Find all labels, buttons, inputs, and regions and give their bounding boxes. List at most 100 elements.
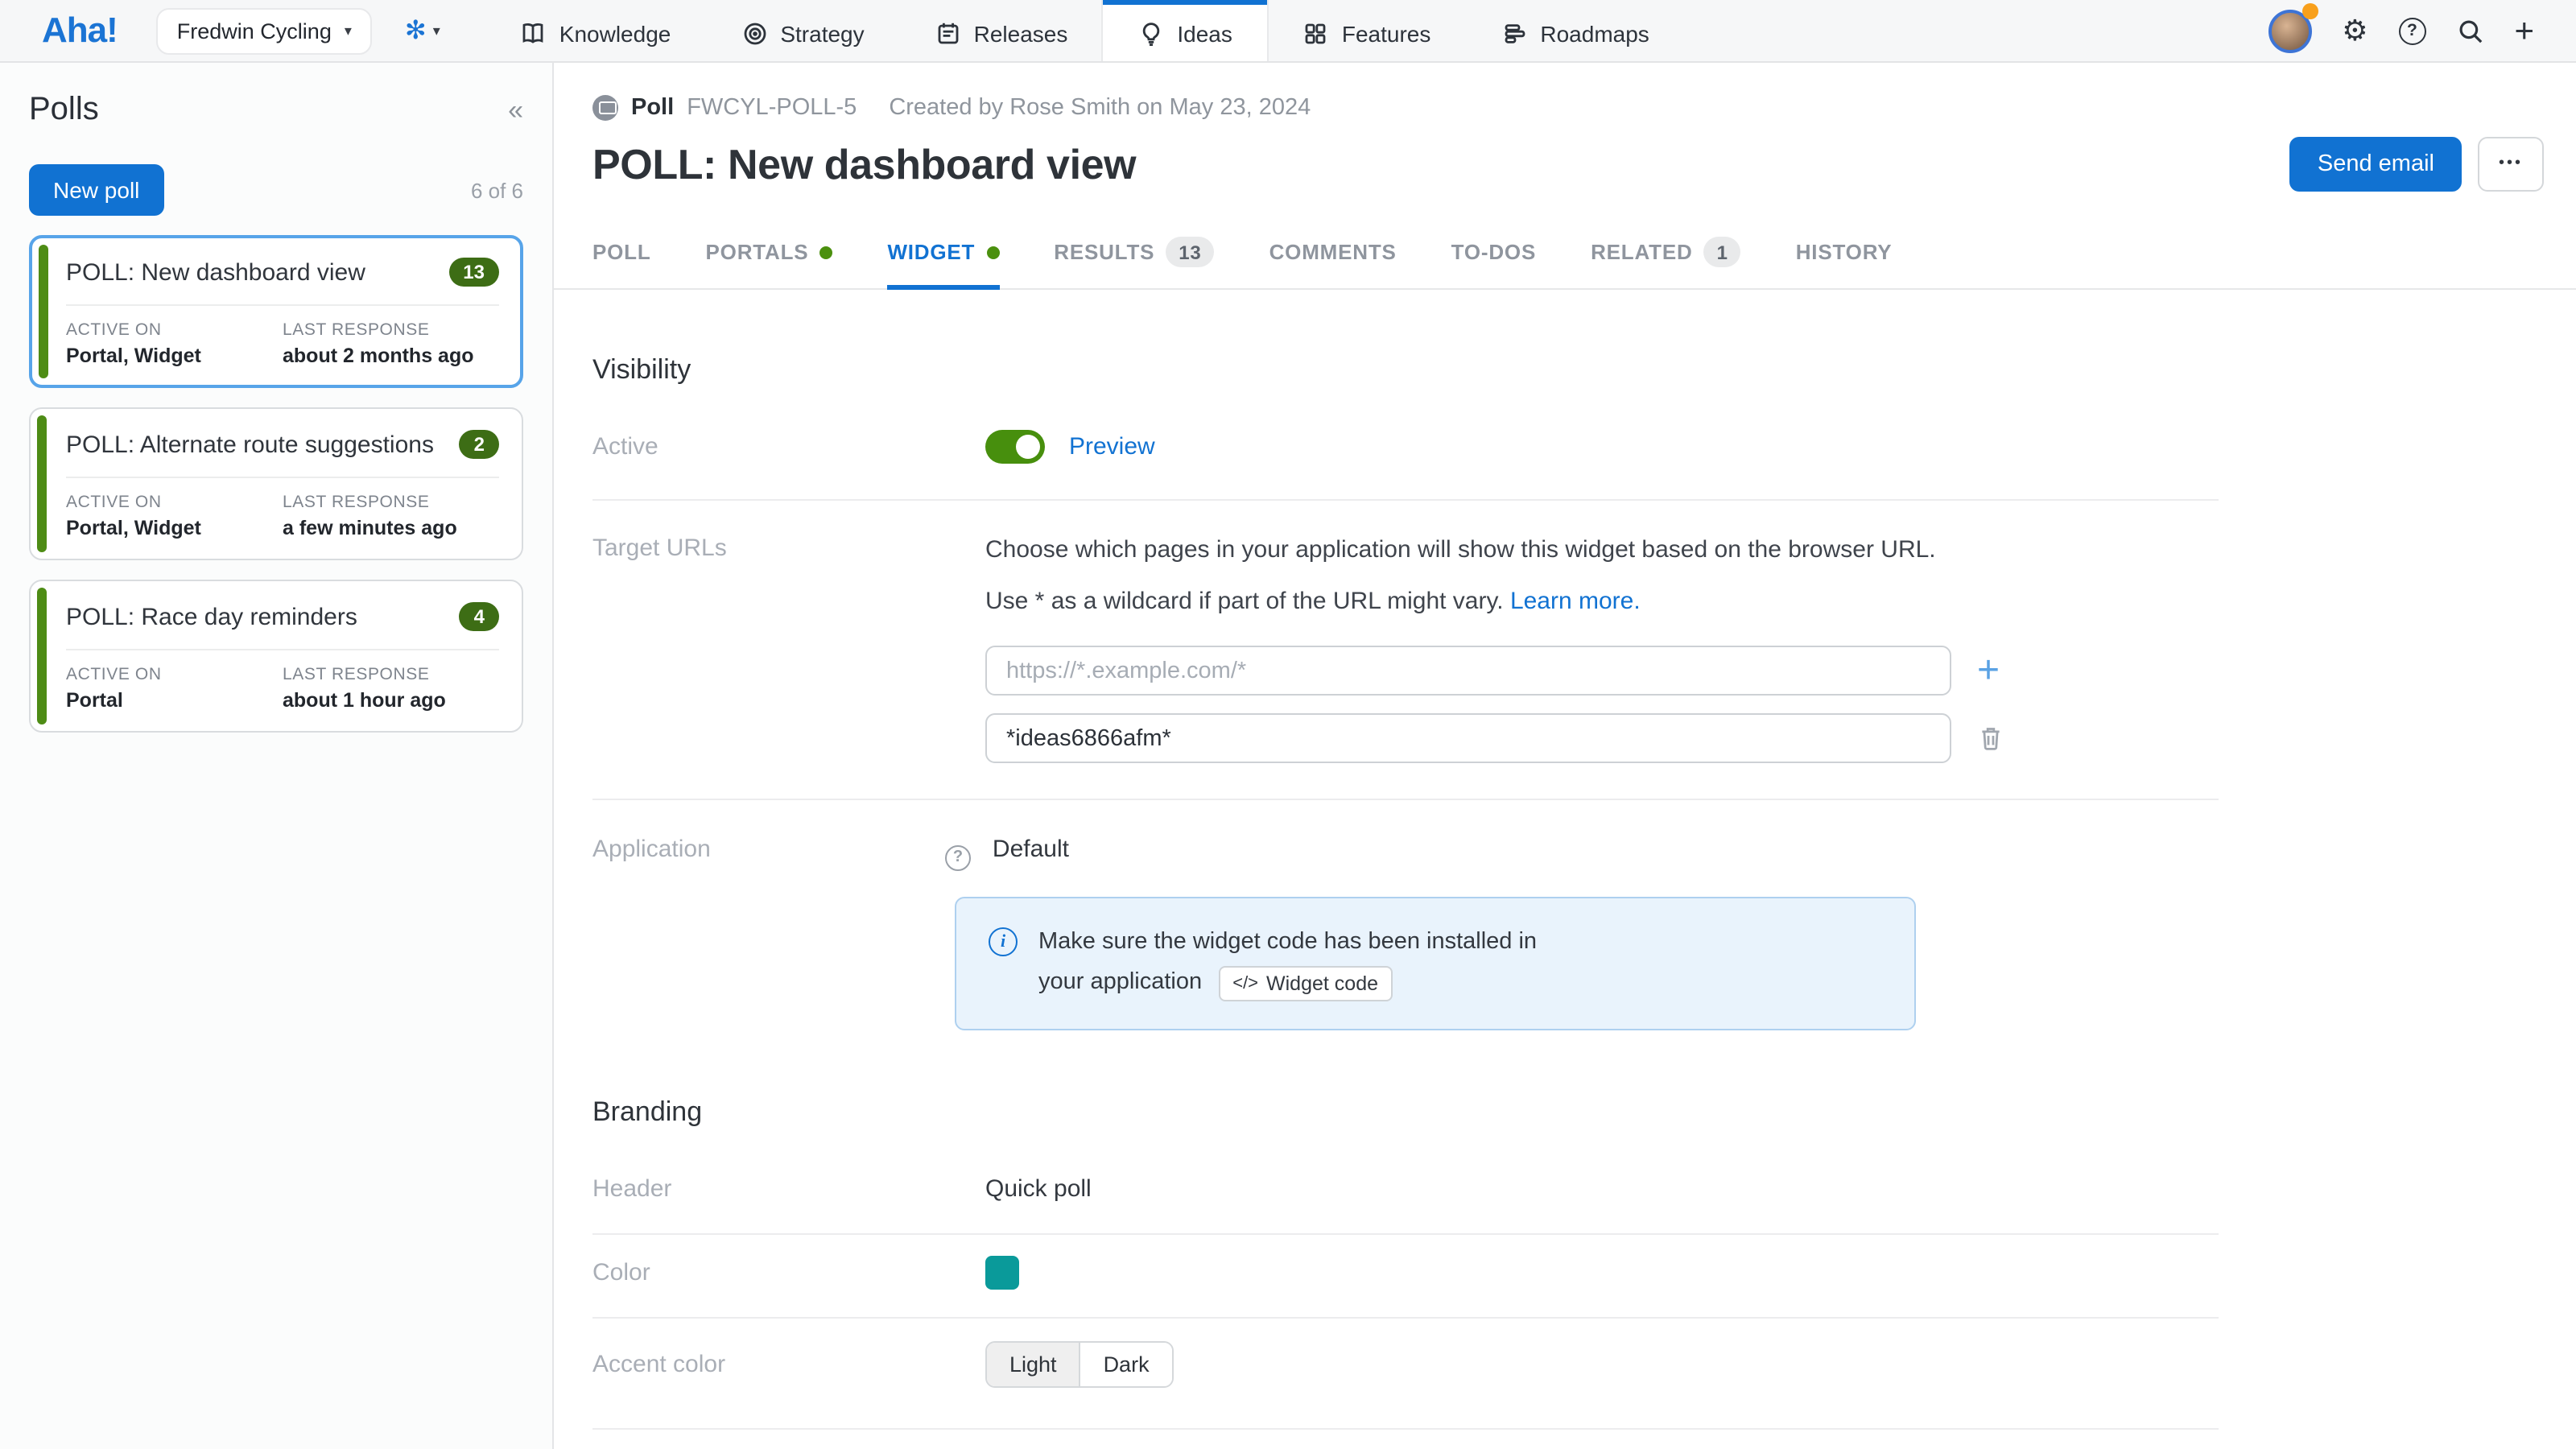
nav-item-knowledge[interactable]: Knowledge (485, 0, 707, 61)
application-value: Default (993, 836, 1069, 863)
info-icon: i (989, 927, 1018, 956)
results-count-badge: 13 (1166, 237, 1214, 267)
chevron-down-icon: ▾ (433, 22, 440, 39)
poll-card-title: POLL: Alternate route suggestions (66, 431, 434, 458)
active-on-label: ACTIVE ON (66, 665, 283, 684)
more-options-button[interactable]: ••• (2478, 137, 2544, 192)
nav-item-strategy[interactable]: Strategy (706, 0, 899, 61)
created-by-text: Created by Rose Smith on May 23, 2024 (889, 95, 1311, 121)
nav-label: Knowledge (559, 20, 671, 46)
last-response-label: LAST RESPONSE (283, 493, 499, 512)
nav-item-releases[interactable]: Releases (900, 0, 1104, 61)
nav-label: Strategy (780, 20, 864, 46)
book-icon (521, 20, 547, 46)
branding-heading: Branding (592, 1096, 2219, 1128)
nav-label: Features (1342, 20, 1431, 46)
settings-button[interactable]: ⚙ (2342, 14, 2368, 47)
detail-tabs: POLL PORTALS WIDGET RESULTS13 COMMENTS T… (554, 221, 2576, 290)
tab-poll[interactable]: POLL (592, 221, 651, 288)
response-count-badge: 13 (448, 258, 499, 287)
delete-url-icon[interactable] (1977, 724, 2004, 752)
send-email-button[interactable]: Send email (2290, 137, 2462, 192)
application-label: Application (592, 836, 985, 1030)
tab-history[interactable]: HISTORY (1796, 221, 1893, 288)
nav-item-features[interactable]: Features (1268, 0, 1467, 61)
tab-comments[interactable]: COMMENTS (1269, 221, 1397, 288)
topnav-right-tools: ⚙ ? + (2268, 0, 2576, 61)
new-poll-button[interactable]: New poll (29, 164, 163, 216)
active-on-value: Portal, Widget (66, 345, 283, 367)
help-button[interactable]: ? (2398, 17, 2425, 44)
user-avatar[interactable] (2268, 9, 2311, 52)
help-icon: ? (2398, 17, 2425, 44)
search-icon (2456, 17, 2483, 44)
color-label: Color (592, 1258, 985, 1286)
application-help-icon[interactable]: ? (945, 844, 971, 870)
active-on-value: Portal (66, 689, 283, 712)
ai-assistant-button[interactable]: ✻ ▾ (389, 5, 456, 56)
nav-label: Releases (974, 20, 1068, 46)
workspace-name: Fredwin Cycling (177, 19, 332, 43)
bullseye-icon (741, 20, 767, 46)
response-count-badge: 4 (460, 602, 499, 631)
active-on-label: ACTIVE ON (66, 493, 283, 512)
last-response-value: a few minutes ago (283, 517, 499, 539)
aha-logo[interactable]: Aha! (0, 0, 140, 61)
response-count-badge: 2 (460, 430, 499, 459)
target-urls-label: Target URLs (592, 535, 985, 763)
active-on-value: Portal, Widget (66, 517, 283, 539)
ellipsis-icon: ••• (2499, 155, 2523, 172)
active-label: Active (592, 433, 985, 460)
record-id: FWCYL-POLL-5 (687, 95, 857, 121)
poll-card-race-day-reminders[interactable]: POLL: Race day reminders 4 ACTIVE ON Por… (29, 580, 523, 733)
target-urls-wildcard-help: Use * as a wildcard if part of the URL m… (985, 585, 2219, 617)
active-dot-icon (986, 246, 999, 258)
active-dot-icon (819, 246, 832, 258)
poll-card-new-dashboard-view[interactable]: POLL: New dashboard view 13 ACTIVE ON Po… (29, 235, 523, 388)
nav-item-roadmaps[interactable]: Roadmaps (1466, 0, 1684, 61)
active-toggle[interactable] (985, 430, 1045, 464)
tab-results[interactable]: RESULTS13 (1054, 221, 1214, 288)
active-indicator-bar (39, 245, 48, 378)
target-url-input-new[interactable] (985, 646, 1951, 696)
collapse-sidebar-button[interactable]: « (508, 94, 523, 126)
page-title: POLL: New dashboard view (592, 139, 1136, 189)
calendar-icon (935, 20, 961, 46)
search-button[interactable] (2456, 17, 2483, 44)
plus-icon: + (2514, 14, 2534, 47)
color-swatch[interactable] (985, 1255, 1019, 1289)
toggle-knob (1016, 435, 1040, 459)
preview-link[interactable]: Preview (1069, 433, 1155, 460)
record-type: Poll (631, 95, 674, 121)
add-url-icon[interactable]: + (1977, 651, 2000, 690)
top-navigation: Aha! Fredwin Cycling ▾ ✻ ▾ Knowledge Str… (0, 0, 2576, 63)
accent-color-segmented-control: Light Dark (985, 1340, 1174, 1387)
learn-more-link[interactable]: Learn more. (1510, 587, 1641, 614)
workspace-selector[interactable]: Fredwin Cycling ▾ (156, 7, 373, 54)
header-value[interactable]: Quick poll (985, 1174, 2219, 1202)
gear-icon: ⚙ (2342, 14, 2368, 47)
notification-dot (2301, 2, 2318, 19)
info-text-line1: Make sure the widget code has been insta… (1038, 925, 1537, 959)
sparkle-icon: ✻ (405, 14, 427, 47)
accent-dark-option[interactable]: Dark (1080, 1342, 1172, 1385)
target-url-input-1[interactable] (985, 713, 1951, 763)
visibility-heading: Visibility (592, 354, 2219, 386)
poll-card-title: POLL: New dashboard view (66, 258, 365, 286)
tab-portals[interactable]: PORTALS (706, 221, 833, 288)
widget-code-info-box: i Make sure the widget code has been ins… (955, 896, 1916, 1030)
tab-widget[interactable]: WIDGET (887, 221, 999, 288)
polls-sidebar: Polls « New poll 6 of 6 POLL: New dashbo… (0, 63, 554, 1449)
poll-card-alternate-route-suggestions[interactable]: POLL: Alternate route suggestions 2 ACTI… (29, 407, 523, 560)
accent-light-option[interactable]: Light (987, 1342, 1080, 1385)
poll-card-title: POLL: Race day reminders (66, 603, 357, 630)
active-on-label: ACTIVE ON (66, 320, 283, 340)
active-indicator-bar (37, 415, 47, 552)
nav-item-ideas[interactable]: Ideas (1103, 0, 1268, 61)
tab-related[interactable]: RELATED1 (1591, 221, 1741, 288)
chevron-down-icon: ▾ (345, 22, 352, 39)
create-button[interactable]: + (2514, 14, 2534, 47)
widget-code-button[interactable]: </> Widget code (1218, 965, 1393, 1001)
last-response-label: LAST RESPONSE (283, 665, 499, 684)
tab-todos[interactable]: TO-DOS (1451, 221, 1536, 288)
